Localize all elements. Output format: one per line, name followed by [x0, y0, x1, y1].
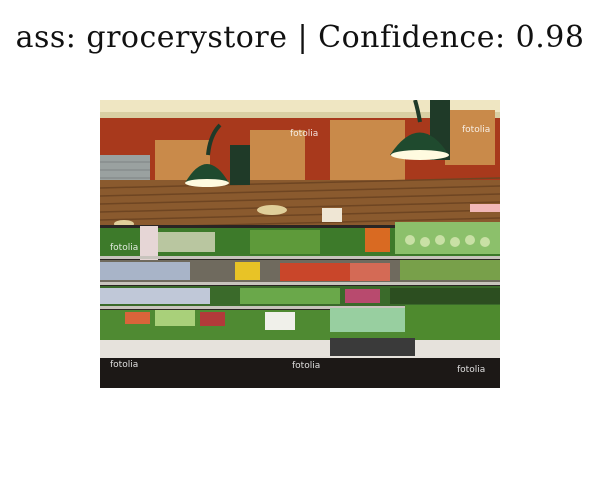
watermark-text: fotolia	[292, 361, 321, 371]
classification-title: ass: grocerystore | Confidence: 0.98	[15, 20, 585, 55]
produce-sign	[257, 205, 287, 215]
produce-sign	[322, 208, 342, 222]
grocery-store-photo: fotolia fotolia fotolia fotolia fotolia …	[100, 100, 500, 388]
watermark-text: fotolia	[110, 360, 139, 370]
watermark-text: fotolia	[462, 125, 491, 135]
watermark-text: fotolia	[457, 365, 486, 375]
case-front-edge	[100, 340, 500, 360]
watermark-text: fotolia	[290, 129, 319, 139]
wall-panel	[445, 110, 495, 165]
watermark-text: fotolia	[110, 243, 139, 253]
produce-aisle-illustration	[100, 100, 500, 388]
price-tag	[470, 204, 500, 212]
